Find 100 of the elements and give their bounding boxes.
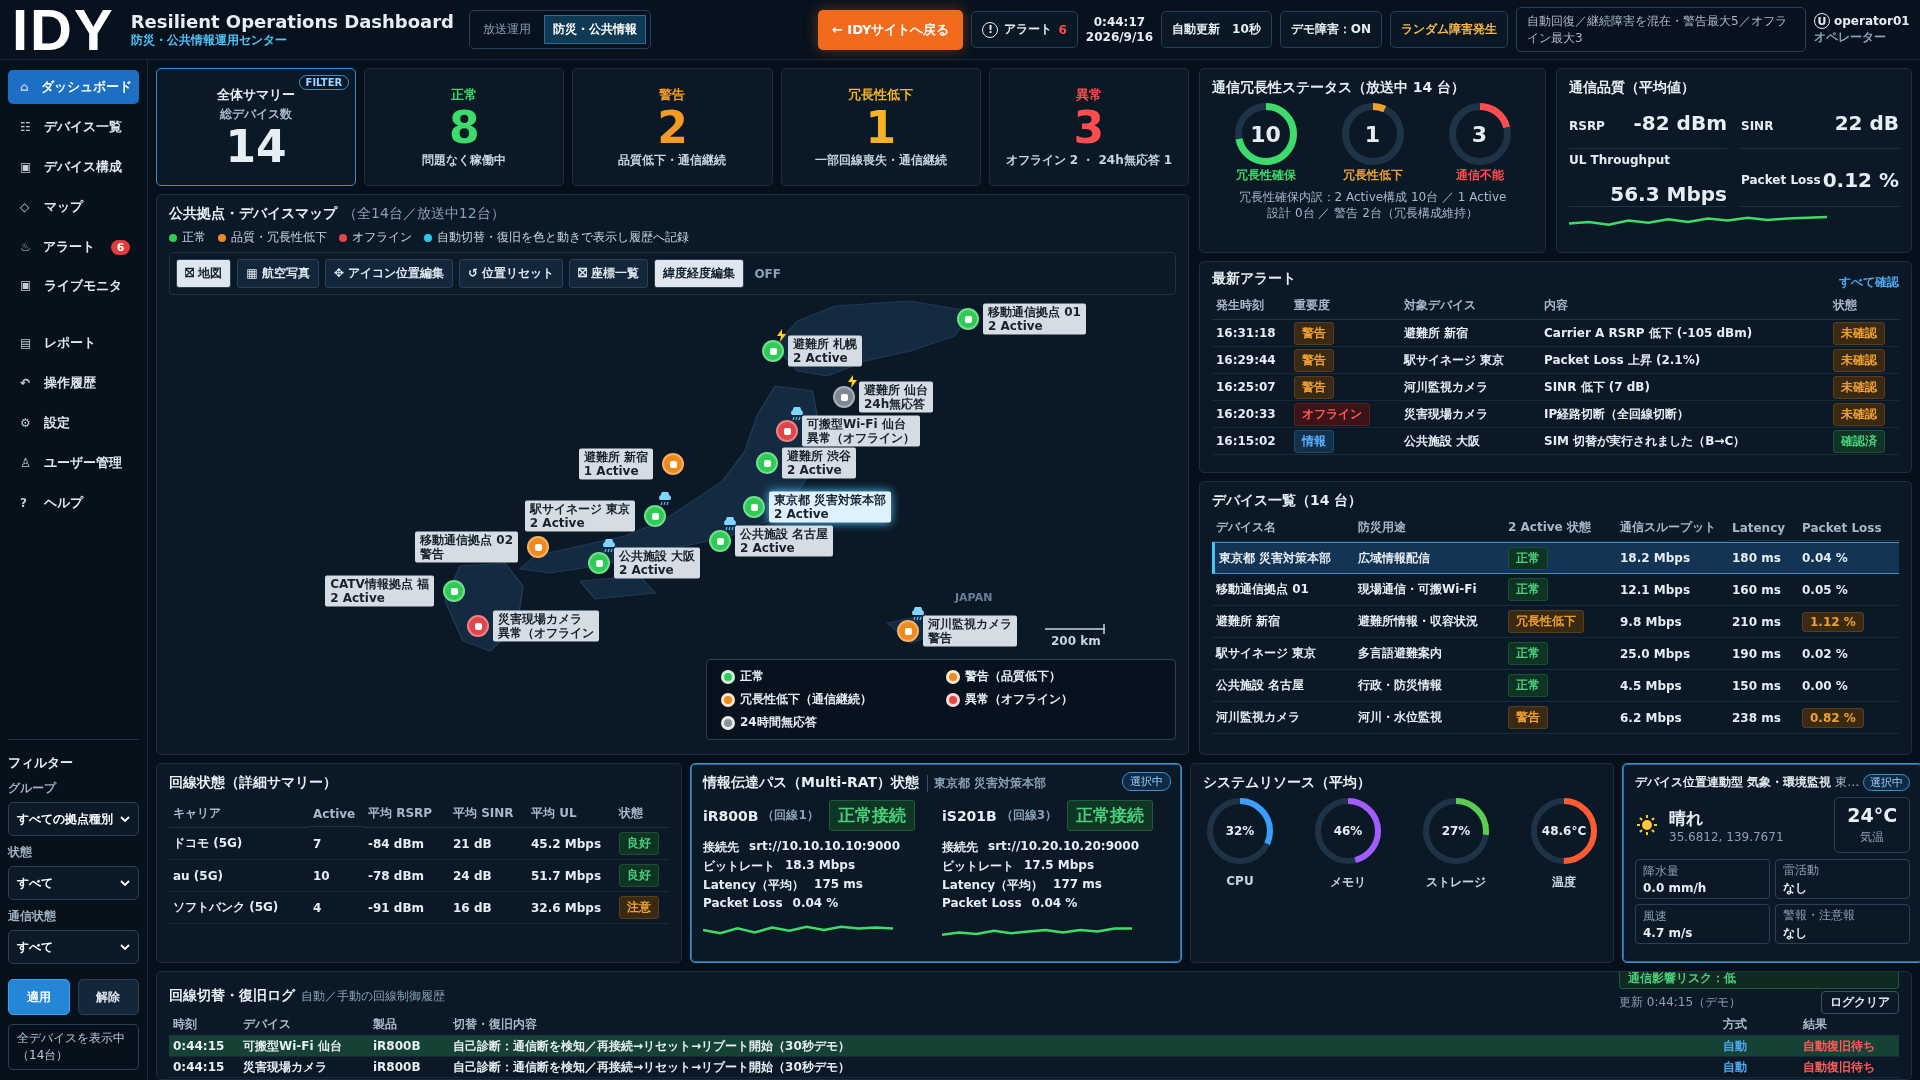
- table-cell[interactable]: 河川監視カメラ: [1212, 702, 1354, 734]
- map-label[interactable]: 移動通信拠点 01 2 Active: [983, 303, 1086, 335]
- map-marker[interactable]: [762, 340, 784, 362]
- table-cell: 自動: [1719, 1036, 1799, 1057]
- map-marker[interactable]: [443, 580, 465, 602]
- map-label[interactable]: 移動通信拠点 02 警告: [415, 531, 518, 563]
- map-label[interactable]: CATV情報拠点 福 2 Active: [325, 575, 434, 607]
- view-all-link[interactable]: すべて確認: [1839, 274, 1899, 291]
- sidebar-item[interactable]: ▣ デバイス構成: [8, 150, 139, 184]
- field-value: 175 ms: [814, 877, 863, 893]
- nav-label: ダッシュボード: [40, 78, 132, 96]
- map-label[interactable]: 避難所 仙台 24h無応答: [859, 381, 934, 413]
- ring-gauge: [1234, 103, 1297, 165]
- map-tool-button[interactable]: ▦ 航空写真: [237, 259, 319, 288]
- sidebar-item[interactable]: ? ヘルプ: [8, 486, 139, 520]
- clear-button[interactable]: 解除: [77, 979, 139, 1015]
- table-cell: 6.2 Mbps: [1616, 702, 1728, 734]
- status-badge: 確認済: [1833, 429, 1885, 453]
- sidebar-item[interactable]: ☷ デバイス一覧: [8, 110, 139, 144]
- table-cell[interactable]: 公共施設 名古屋: [1212, 670, 1354, 702]
- filter-select[interactable]: すべて: [8, 930, 139, 964]
- sidebar-item[interactable]: ▣ ライブモニタ: [8, 270, 139, 320]
- apply-button[interactable]: 適用: [8, 979, 70, 1015]
- map-label[interactable]: 災害現場カメラ 異常（オフライン: [493, 610, 599, 642]
- map-label[interactable]: 駅サイネージ 東京 2 Active: [524, 500, 635, 532]
- summary-card[interactable]: 警告 2 品質低下・通信継続: [572, 68, 773, 186]
- table-cell[interactable]: 移動通信拠点 01: [1212, 574, 1354, 606]
- sidebar-item[interactable]: ◇ マップ: [8, 190, 139, 224]
- map-label[interactable]: 河川監視カメラ 警告: [923, 615, 1017, 647]
- summary-card[interactable]: 異常 3 オフライン 2 ・ 24h無応答 1: [988, 68, 1189, 186]
- cell-label: 雷活動: [1783, 861, 1820, 879]
- map-tool-button[interactable]: ⛝ 地図: [176, 259, 232, 288]
- cell-value: なし: [1783, 924, 1808, 942]
- sidebar-item[interactable]: ↶ 操作履歴: [8, 366, 139, 400]
- card-title: 冗長性低下: [848, 85, 914, 104]
- status-badge: 良好: [619, 864, 659, 887]
- count-badge: 6: [110, 239, 131, 255]
- table-cell[interactable]: 東京都 災害対策本部: [1212, 542, 1354, 574]
- mode-tab[interactable]: 防災・公共情報: [543, 15, 646, 44]
- map-marker[interactable]: [833, 386, 855, 408]
- map-tool-button[interactable]: ⛝ 座標一覧: [569, 259, 649, 288]
- map-marker[interactable]: [527, 536, 549, 558]
- map-label[interactable]: 公共施設 大阪 2 Active: [614, 547, 701, 579]
- map-label[interactable]: 避難所 札幌 2 Active: [788, 335, 863, 367]
- table-cell: 16:29:44: [1212, 347, 1290, 374]
- state-badge: 警告: [1508, 706, 1548, 729]
- latlon-edit-button[interactable]: 緯度経度編集: [654, 259, 745, 288]
- sidebar-item[interactable]: ▤ レポート: [8, 326, 139, 360]
- table-cell: 25.0 Mbps: [1616, 638, 1728, 670]
- auto-refresh-button[interactable]: 自動更新 10秒: [1161, 11, 1272, 48]
- map-marker[interactable]: [957, 308, 979, 330]
- app-title: Resilient Operations Dashboard: [130, 10, 454, 32]
- site-name: 避難所 新宿: [583, 449, 648, 464]
- filter-label: グループ: [8, 780, 56, 797]
- map-label[interactable]: 避難所 渋谷 2 Active: [782, 447, 857, 479]
- map-marker[interactable]: [644, 505, 666, 527]
- column-header: 平均 UL: [527, 800, 615, 828]
- map-label[interactable]: 公共施設 名古屋 2 Active: [735, 525, 834, 557]
- state-badge: 正常: [1508, 578, 1548, 601]
- loss-value: 0.00 %: [1802, 678, 1848, 693]
- map-label[interactable]: 避難所 新宿 1 Active: [578, 448, 653, 480]
- map-label[interactable]: 可搬型Wi-Fi 仙台 異常（オフライン）: [802, 415, 920, 447]
- card-title: 全体サマリー: [217, 85, 296, 104]
- rain-cloud-icon: [657, 492, 673, 506]
- summary-card[interactable]: FILTER 全体サマリー 総デバイス数 14: [156, 68, 357, 186]
- table-cell: 避難所情報・収容状況: [1354, 606, 1504, 638]
- map-tool-button[interactable]: ↺ 位置リセット: [458, 259, 564, 288]
- alert-button[interactable]: ! アラート 6: [971, 11, 1078, 48]
- summary-card[interactable]: 正常 8 問題なく稼働中: [364, 68, 565, 186]
- map-tool-button[interactable]: ✥ アイコン位置編集: [324, 259, 453, 288]
- table-cell: ソフトバンク (5G): [169, 892, 309, 924]
- clear-log-button[interactable]: ログクリア: [1821, 991, 1899, 1014]
- sidebar-item[interactable]: ⚙ 設定: [8, 406, 139, 440]
- nav-icon: ♙: [20, 456, 32, 470]
- status-badge: 良好: [619, 832, 659, 855]
- table-cell: IP経路切断（全回線切断）: [1540, 401, 1829, 428]
- site-name: 移動通信拠点 02: [420, 532, 513, 547]
- table-cell[interactable]: 避難所 新宿: [1212, 606, 1354, 638]
- summary-card[interactable]: 冗長性低下 1 一部回線喪失・通信継続: [780, 68, 981, 186]
- map-label[interactable]: 東京都 災害対策本部 2 Active: [769, 491, 892, 523]
- table-cell: 駅サイネージ 東京: [1400, 347, 1540, 374]
- filter-select[interactable]: すべて: [8, 866, 139, 900]
- table-cell: Packet Loss 上昇 (2.1%): [1540, 347, 1829, 374]
- state-badge: 正常: [1508, 674, 1548, 697]
- map-marker[interactable]: [709, 530, 731, 552]
- map-marker[interactable]: [588, 552, 610, 574]
- legend-label: 正常: [740, 668, 764, 685]
- mode-tab[interactable]: 放送運用: [473, 15, 540, 44]
- random-fault-button[interactable]: ランダム障害発生: [1390, 11, 1508, 48]
- metric-value: 0.12 %: [1822, 167, 1899, 192]
- table-cell[interactable]: 駅サイネージ 東京: [1212, 638, 1354, 670]
- gauge-label: 通信不能: [1455, 167, 1504, 184]
- table-cell: Carrier A RSRP 低下 (-105 dBm): [1540, 320, 1829, 347]
- map-marker[interactable]: [662, 453, 684, 475]
- demo-fault-button[interactable]: デモ障害：ON: [1279, 11, 1382, 48]
- sidebar-item[interactable]: ♙ ユーザー管理: [8, 446, 139, 480]
- filter-select[interactable]: すべての拠点種別: [8, 802, 139, 836]
- sidebar-item[interactable]: ⌂ ダッシュボード: [8, 70, 139, 104]
- sidebar-item[interactable]: ♨ アラート 6: [8, 230, 139, 264]
- site-status: 2 Active: [787, 463, 842, 478]
